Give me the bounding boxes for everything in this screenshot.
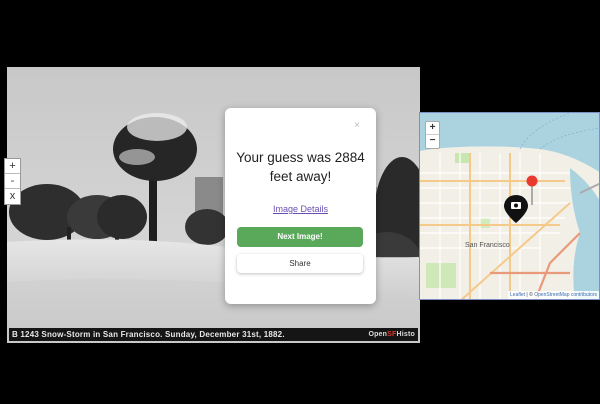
leaflet-link[interactable]: Leaflet bbox=[510, 292, 525, 298]
result-message: Your guess was 2884 feet away! bbox=[236, 150, 365, 184]
osm-link[interactable]: OpenStreetMap contributors bbox=[534, 292, 597, 298]
next-image-button[interactable]: Next Image! bbox=[237, 227, 363, 247]
share-button[interactable]: Share bbox=[237, 254, 363, 273]
map-zoom-controls: + − bbox=[425, 121, 440, 149]
map-zoom-out-button[interactable]: − bbox=[426, 135, 439, 148]
result-modal: × Your guess was 2884 feet away! Image D… bbox=[225, 108, 376, 304]
map-zoom-in-button[interactable]: + bbox=[426, 122, 439, 135]
map-city-label: San Francisco bbox=[465, 242, 510, 249]
guess-map[interactable]: + − San Francisco Leaflet | © OpenStreet… bbox=[419, 112, 600, 300]
photo-zoom-controls: + - x bbox=[4, 158, 21, 205]
photo-zoom-in-button[interactable]: + bbox=[5, 159, 20, 174]
caption-text: B 1243 Snow-Storm in San Francisco. Sund… bbox=[12, 330, 285, 339]
photo-zoom-out-button[interactable]: - bbox=[5, 174, 20, 189]
map-tiles bbox=[420, 113, 599, 299]
guess-pin-head bbox=[526, 175, 538, 187]
opensfhistory-watermark: OpenSFHisto bbox=[368, 331, 415, 338]
close-icon[interactable]: × bbox=[354, 120, 360, 131]
map-attribution: Leaflet | © OpenStreetMap contributors bbox=[508, 291, 599, 299]
photo-caption: B 1243 Snow-Storm in San Francisco. Sund… bbox=[9, 328, 418, 341]
photo-zoom-reset-button[interactable]: x bbox=[5, 189, 20, 204]
game-screen: B 1243 Snow-Storm in San Francisco. Sund… bbox=[0, 0, 600, 404]
image-details-link[interactable]: Image Details bbox=[225, 204, 376, 214]
